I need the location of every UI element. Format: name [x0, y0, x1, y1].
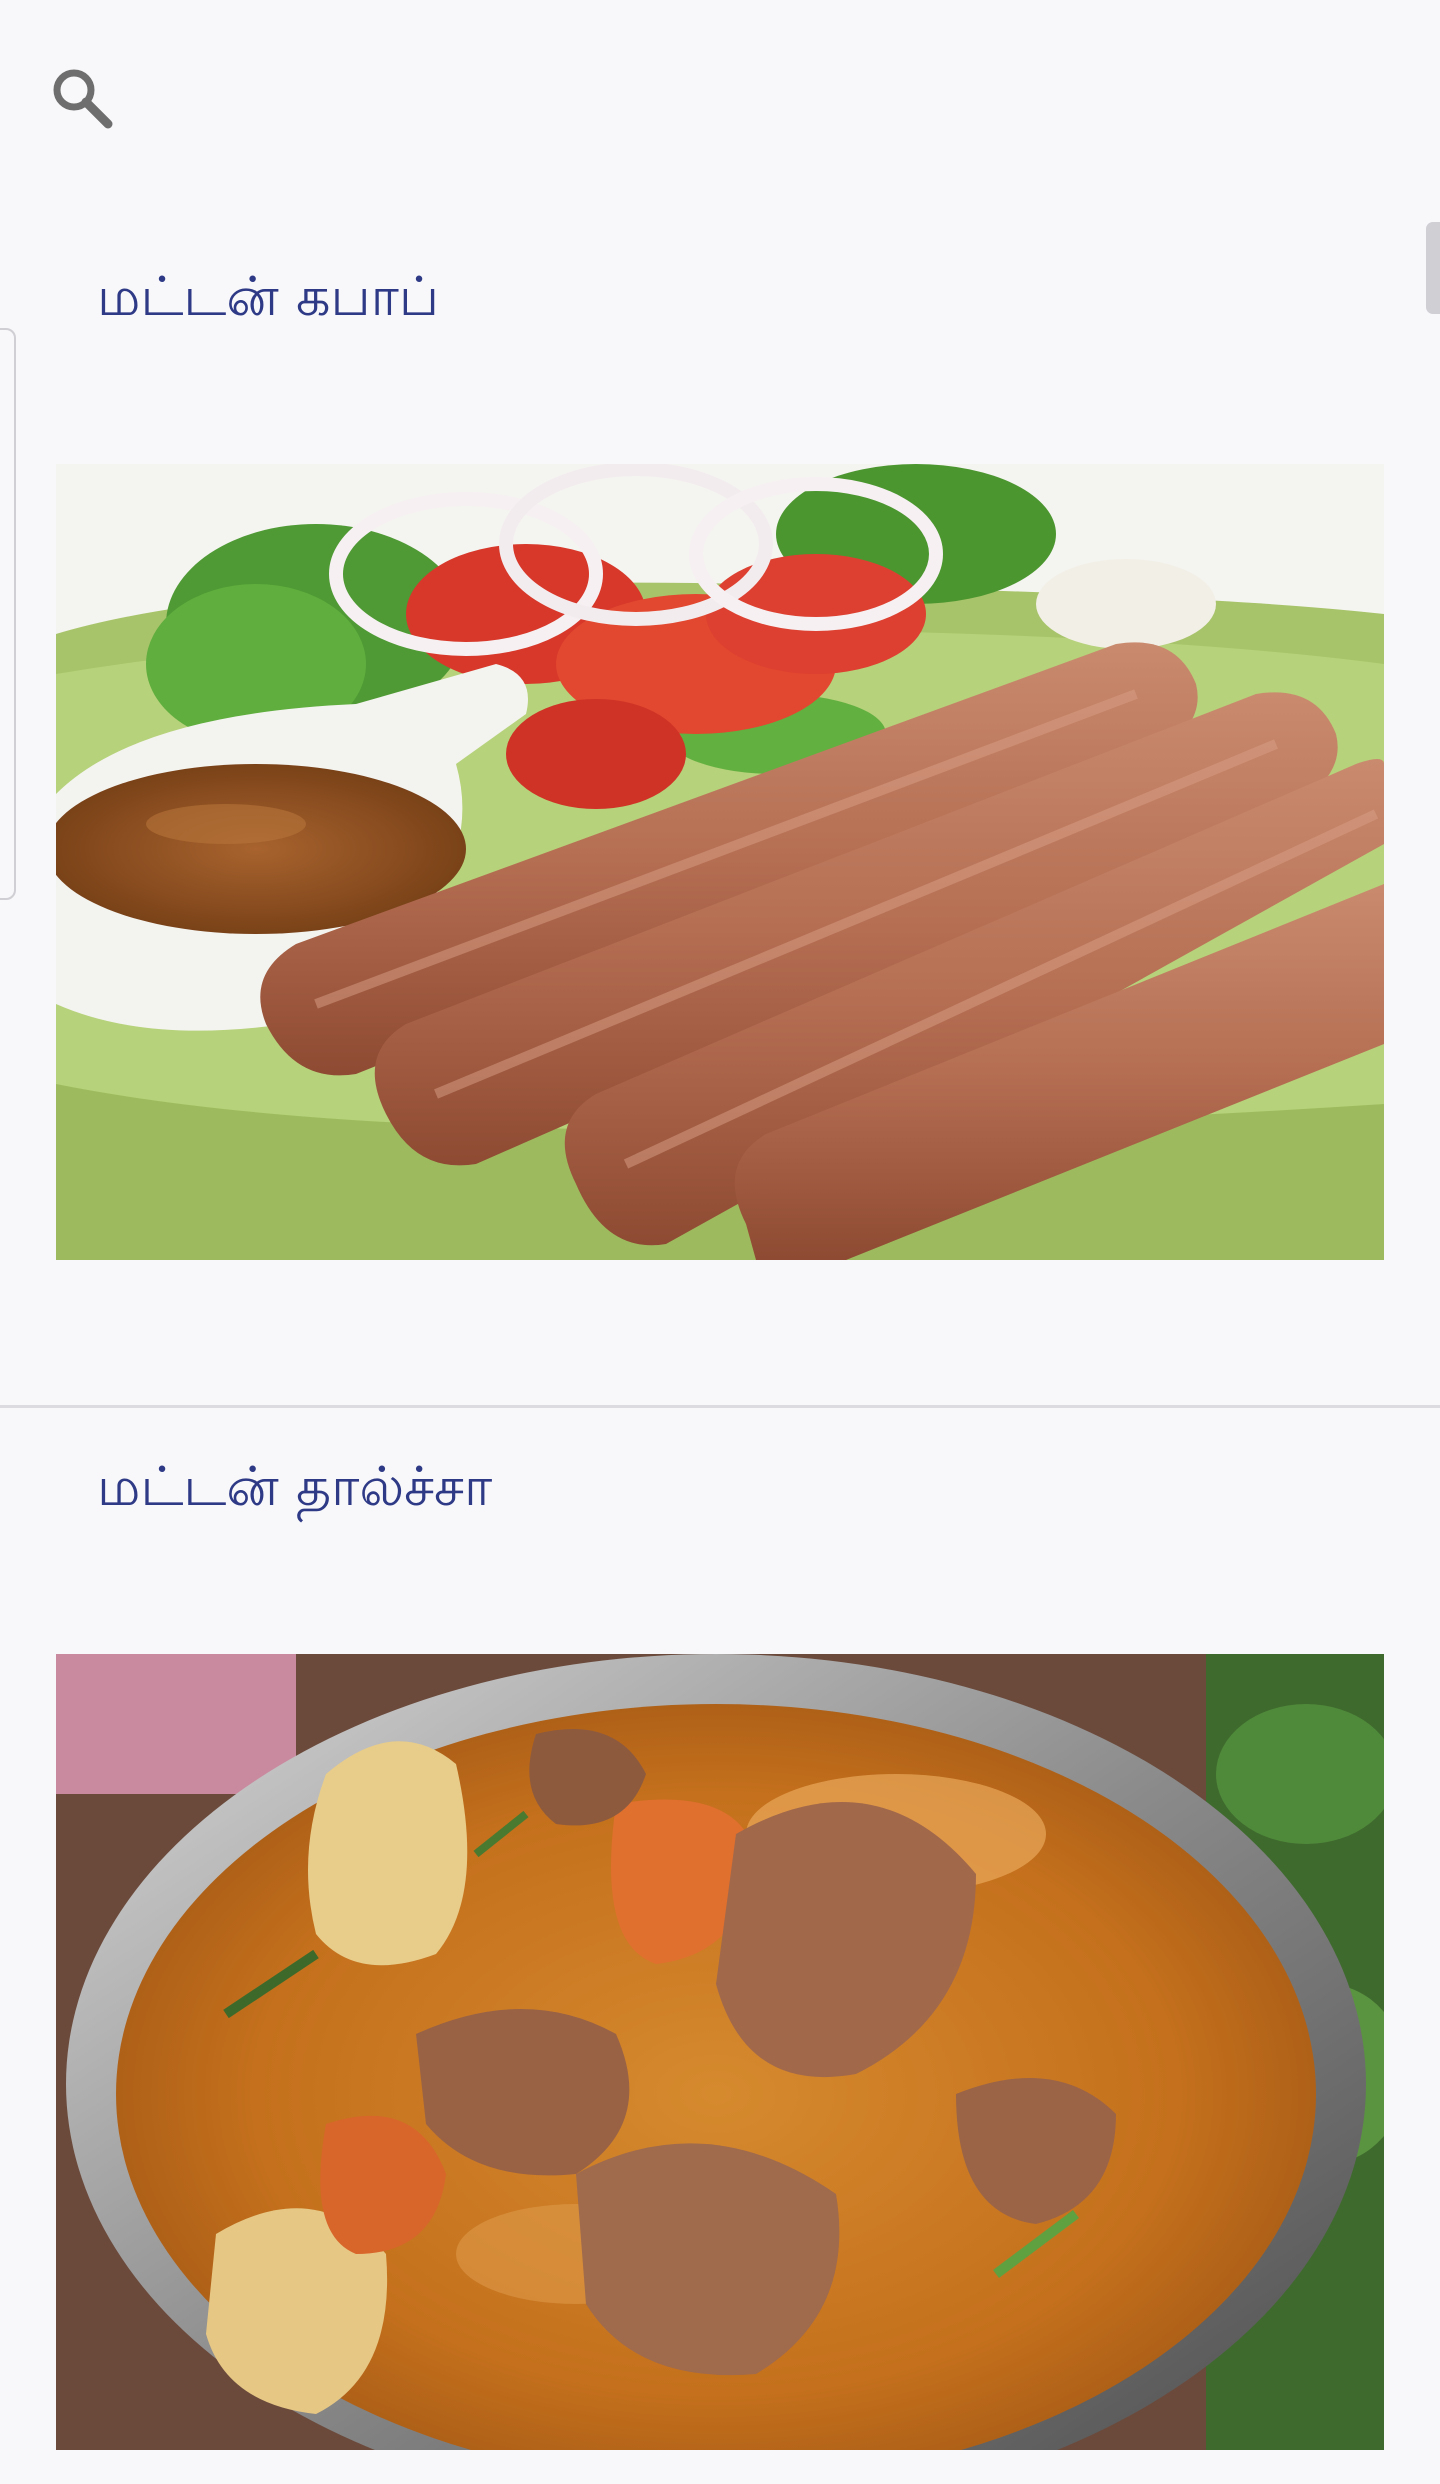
recipe-card[interactable]: மட்டன் தால்ச்சா: [0, 1408, 1440, 2484]
top-bar: [0, 0, 1440, 200]
recipe-title[interactable]: மட்டன் தால்ச்சா: [97, 1452, 492, 1522]
recipe-image-kebab[interactable]: [56, 464, 1384, 1260]
recipe-title[interactable]: மட்டன் கபாப்: [97, 262, 439, 332]
recipe-card[interactable]: மட்டன் கபாப்: [0, 200, 1440, 1405]
search-icon[interactable]: [46, 62, 118, 134]
recipe-image-dalcha[interactable]: [56, 1654, 1384, 2450]
